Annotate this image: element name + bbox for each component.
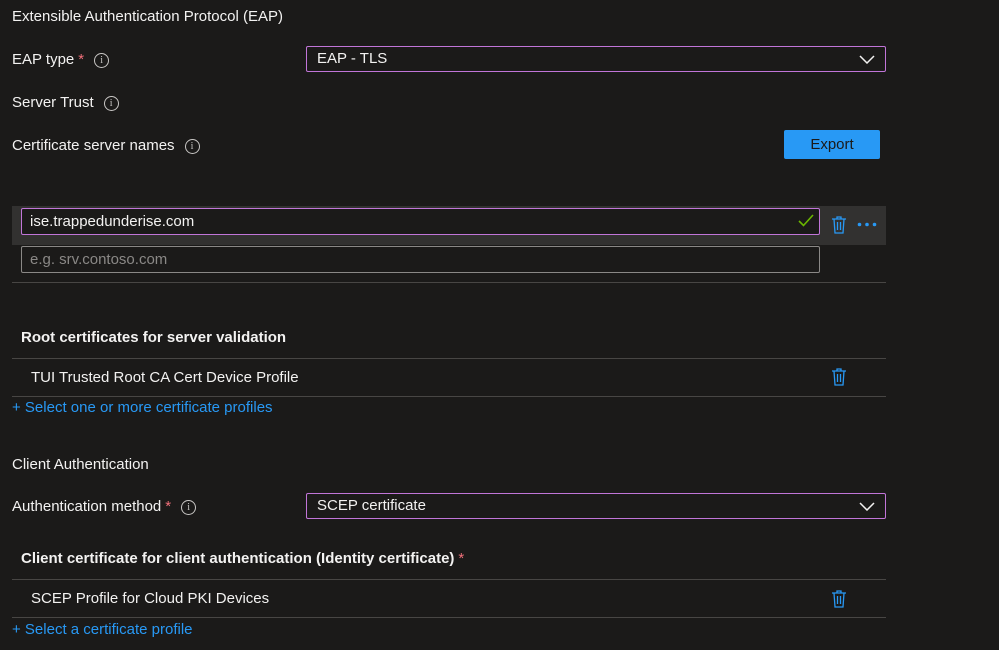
chevron-down-icon xyxy=(859,55,875,64)
info-icon[interactable]: i xyxy=(94,53,110,68)
divider xyxy=(12,282,886,283)
required-indicator: * xyxy=(458,550,465,567)
info-icon[interactable]: i xyxy=(103,96,119,111)
identity-cert-heading: Client certificate for client authentica… xyxy=(21,550,455,567)
identity-cert-item-label: SCEP Profile for Cloud PKI Devices xyxy=(31,590,270,607)
eap-type-selected-value: EAP - TLS xyxy=(317,50,388,67)
info-icon[interactable]: i xyxy=(184,139,200,154)
divider xyxy=(12,579,886,580)
auth-method-dropdown[interactable]: SCEP certificate xyxy=(306,493,886,519)
required-indicator: * xyxy=(165,498,172,515)
select-root-cert-profiles-link[interactable]: + Select one or more certificate profile… xyxy=(12,399,273,416)
new-server-name-input[interactable] xyxy=(21,246,820,273)
divider xyxy=(12,396,886,397)
eap-type-label-group: EAP type * i xyxy=(12,51,110,68)
root-certs-heading: Root certificates for server validation xyxy=(21,329,287,346)
trash-icon[interactable] xyxy=(831,216,847,234)
select-identity-cert-profile-link[interactable]: + Select a certificate profile xyxy=(12,621,193,638)
cert-server-names-label-group: Certificate server names i xyxy=(12,137,200,154)
auth-method-label-group: Authentication method * i xyxy=(12,498,197,515)
server-name-input[interactable] xyxy=(21,208,820,235)
client-auth-title: Client Authentication xyxy=(12,456,149,473)
eap-type-dropdown[interactable]: EAP - TLS xyxy=(306,46,886,72)
identity-cert-heading-group: Client certificate for client authentica… xyxy=(21,550,464,567)
auth-method-selected-value: SCEP certificate xyxy=(317,497,426,514)
root-cert-item-label: TUI Trusted Root CA Cert Device Profile xyxy=(31,369,299,386)
info-icon[interactable]: i xyxy=(181,500,197,515)
chevron-down-icon xyxy=(859,502,875,511)
eap-type-label: EAP type xyxy=(12,51,75,68)
required-indicator: * xyxy=(78,51,85,68)
trash-icon[interactable] xyxy=(831,368,847,386)
server-trust-label: Server Trust xyxy=(12,94,94,111)
eap-section-title: Extensible Authentication Protocol (EAP) xyxy=(12,8,283,25)
divider xyxy=(12,617,886,618)
export-button[interactable]: Export xyxy=(784,130,880,159)
auth-method-label: Authentication method xyxy=(12,498,162,515)
divider xyxy=(12,358,886,359)
more-options-icon[interactable] xyxy=(857,222,877,227)
cert-server-names-label: Certificate server names xyxy=(12,137,175,154)
server-trust-label-group: Server Trust i xyxy=(12,94,119,111)
trash-icon[interactable] xyxy=(831,590,847,608)
check-icon xyxy=(798,214,814,227)
